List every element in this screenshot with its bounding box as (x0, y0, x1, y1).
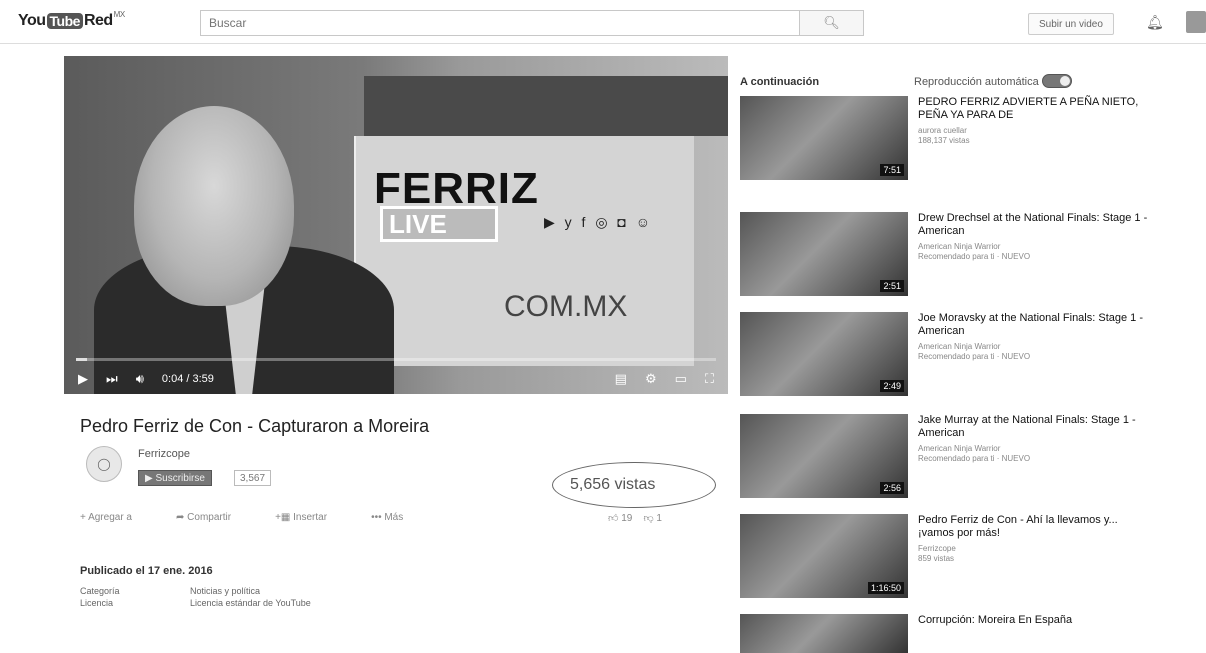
duration-badge: 7:51 (880, 164, 904, 176)
gear-icon[interactable]: ⚙ (645, 371, 657, 387)
overlay-social-icons: ▶ y f ◎ ◘ ☺ (544, 214, 654, 230)
duration-badge: 1:16:50 (867, 582, 904, 594)
player-controls: ▶ ⏭ 🔊︎ 0:04 / 3:59 ▤ ⚙ ▭ ⛶ (64, 364, 728, 394)
meta-value[interactable]: Licencia estándar de YouTube (190, 598, 311, 608)
like-dislike[interactable]: 👍︎ 19 👎︎ 1 (608, 512, 662, 524)
recommended-channel: American Ninja Warrior (918, 444, 1001, 453)
meta-category: Categoría Noticias y política (80, 586, 260, 596)
recommended-meta: 188,137 vistas (918, 136, 970, 145)
recommended-channel: aurora cuellar (918, 126, 967, 135)
time-display: 0:04 / 3:59 (161, 373, 214, 385)
top-bar: You Tube Red MX 🔍︎ Subir un video 🔔︎ (0, 0, 1206, 44)
overlay-url: COM.MX (504, 290, 628, 323)
embed-button[interactable]: +▦ Insertar (275, 512, 349, 523)
more-button[interactable]: ••• Más (371, 512, 425, 523)
meta-key: Categoría (80, 586, 120, 596)
youtube-red-logo[interactable]: You Tube Red MX (18, 9, 126, 30)
theater-icon[interactable]: ▭ (675, 371, 687, 387)
upload-button[interactable]: Subir un video (1028, 13, 1114, 35)
recommended-channel: American Ninja Warrior (918, 242, 1001, 251)
recommended-meta: Recomendado para ti · NUEVO (918, 454, 1031, 463)
recommended-video[interactable]: Corrupción: Moreira En España (740, 614, 1180, 653)
channel-name[interactable]: Ferrizcope (138, 448, 190, 460)
autoplay-toggle[interactable] (1042, 74, 1072, 88)
logo-you: You (18, 12, 46, 29)
duration-badge: 2:56 (880, 482, 904, 494)
search-button[interactable]: 🔍︎ (799, 11, 863, 35)
video-thumbnail[interactable]: 2:49 (740, 312, 908, 396)
meta-license: Licencia Licencia estándar de YouTube (80, 598, 311, 608)
video-backdrop (364, 76, 728, 136)
channel-avatar[interactable]: ◯ (86, 446, 122, 482)
progress-bar[interactable] (76, 358, 716, 361)
recommended-title[interactable]: Corrupción: Moreira En España (918, 614, 1148, 627)
search-icon: 🔍︎ (823, 15, 840, 30)
recommended-video[interactable]: 1:16:50 Pedro Ferriz de Con - Ahí la lle… (740, 514, 1180, 604)
subtitles-icon[interactable]: ▤ (615, 371, 627, 387)
video-player[interactable]: FERRIZ LIVE ▶ y f ◎ ◘ ☺ COM.MX ▶ ⏭ 🔊︎ 0:… (64, 56, 728, 394)
recommended-meta: Recomendado para ti · NUEVO (918, 352, 1031, 361)
duration-badge: 2:51 (880, 280, 904, 292)
video-thumbnail[interactable]: 1:16:50 (740, 514, 908, 598)
publish-date: Publicado el 17 ene. 2016 (80, 565, 213, 577)
recommended-meta: Recomendado para ti · NUEVO (918, 252, 1031, 261)
up-next-label: A continuación (740, 76, 820, 88)
play-icon[interactable]: ▶ (78, 371, 88, 387)
presenter-head (134, 106, 294, 306)
up-next-header: A continuación Reproducción automática (740, 74, 1140, 88)
search-box: 🔍︎ (200, 10, 864, 36)
player-right-controls: ▤ ⚙ ▭ ⛶ (597, 371, 714, 387)
progress-fill (76, 358, 87, 361)
recommended-video[interactable]: 2:51 Drew Drechsel at the National Final… (740, 212, 1180, 302)
avatar[interactable] (1186, 11, 1206, 33)
overlay-live: LIVE (380, 206, 498, 242)
video-thumbnail[interactable]: 2:51 (740, 212, 908, 296)
video-title: Pedro Ferriz de Con - Capturaron a Morei… (80, 416, 430, 436)
recommended-title[interactable]: Jake Murray at the National Finals: Stag… (918, 414, 1148, 440)
subscribe-button[interactable]: ▶ Suscribirse (138, 470, 212, 486)
fullscreen-icon[interactable]: ⛶ (705, 371, 714, 387)
recommended-video[interactable]: 2:49 Joe Moravsky at the National Finals… (740, 312, 1180, 402)
dislike-count: 1 (656, 513, 662, 524)
meta-key: Licencia (80, 598, 114, 608)
recommended-video[interactable]: 7:51 PEDRO FERRIZ ADVIERTE A PEÑA NIETO,… (740, 96, 1180, 186)
bell-icon[interactable]: 🔔︎ (1146, 14, 1164, 31)
share-button[interactable]: ➦ Compartir (176, 512, 253, 523)
recommended-title[interactable]: Joe Moravsky at the National Finals: Sta… (918, 312, 1148, 338)
logo-tube: Tube (46, 13, 83, 29)
video-thumbnail[interactable] (740, 614, 908, 653)
subscriber-count: 3,567 (234, 470, 272, 486)
subscribe-label: Suscribirse (155, 472, 205, 484)
recommended-video[interactable]: 2:56 Jake Murray at the National Finals:… (740, 414, 1180, 504)
recommended-title[interactable]: Pedro Ferriz de Con - Ahí la llevamos y.… (918, 514, 1148, 540)
next-icon[interactable]: ⏭ (106, 371, 118, 387)
subscribe-icon: ▶ (145, 472, 156, 484)
volume-icon[interactable]: 🔊︎ (136, 371, 144, 387)
duration-badge: 2:49 (880, 380, 904, 392)
autoplay-label: Reproducción automática (914, 76, 1039, 88)
recommended-meta: 859 vistas (918, 554, 955, 563)
view-count: 5,656 vistas (570, 476, 656, 493)
recommended-title[interactable]: Drew Drechsel at the National Finals: St… (918, 212, 1148, 238)
thumbs-up-icon[interactable]: 👍︎ (608, 513, 618, 524)
video-thumbnail[interactable]: 2:56 (740, 414, 908, 498)
thumbs-down-icon[interactable]: 👎︎ (643, 513, 653, 524)
video-thumbnail[interactable]: 7:51 (740, 96, 908, 180)
recommended-channel: Ferrizcope (918, 544, 956, 553)
recommended-title[interactable]: PEDRO FERRIZ ADVIERTE A PEÑA NIETO, PEÑA… (918, 96, 1148, 122)
recommended-channel: American Ninja Warrior (918, 342, 1001, 351)
search-input[interactable] (201, 11, 799, 35)
add-to-button[interactable]: + Agregar a (80, 512, 154, 523)
logo-region: MX (113, 9, 126, 19)
logo-red: Red (83, 12, 113, 29)
action-bar: + Agregar a ➦ Compartir +▦ Insertar ••• … (80, 512, 447, 523)
meta-value[interactable]: Noticias y política (190, 586, 260, 596)
like-count: 19 (621, 513, 633, 524)
